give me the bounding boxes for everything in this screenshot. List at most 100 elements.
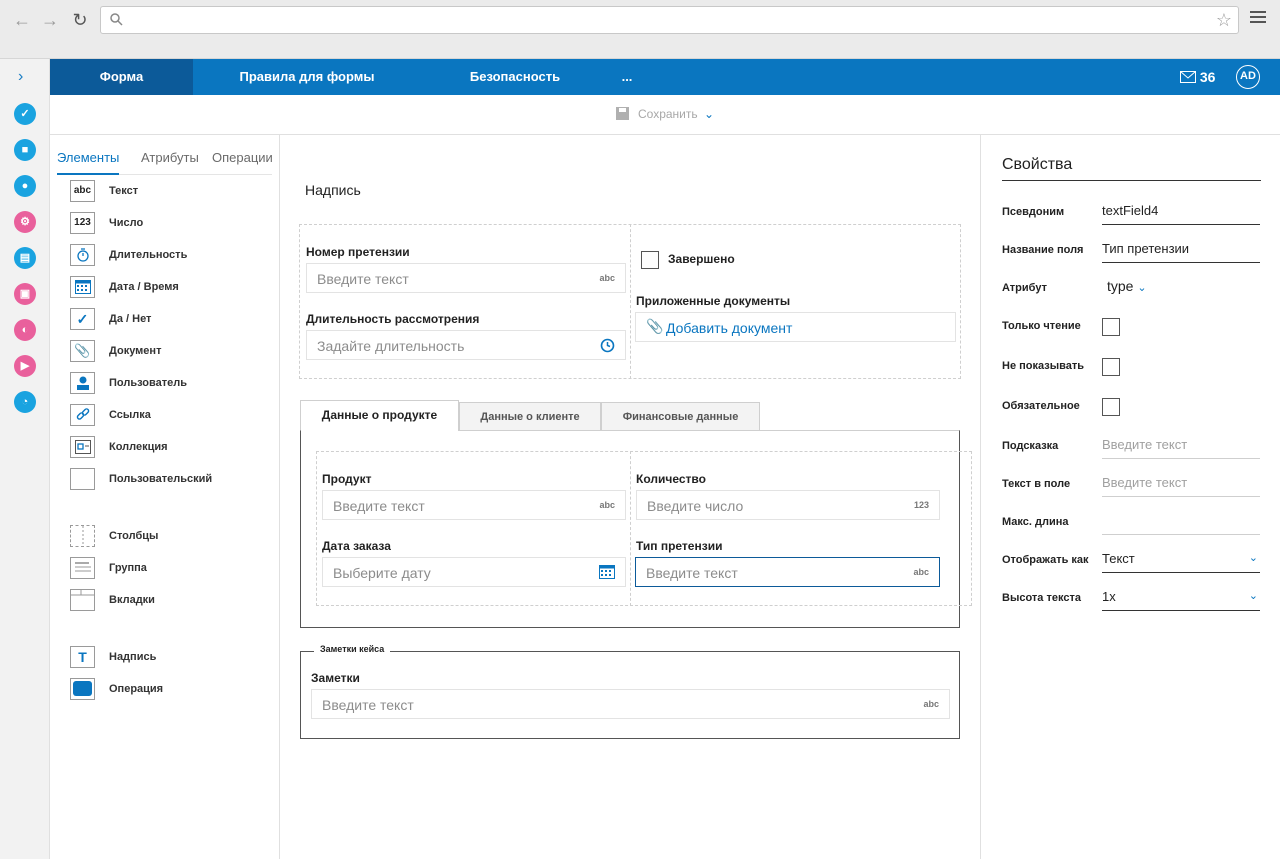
text-height-select[interactable]: 1x ⌄ — [1102, 585, 1260, 611]
process-icon[interactable]: ▶ — [14, 355, 36, 377]
column-divider — [630, 224, 631, 379]
notes-field[interactable]: Введите текст abc — [311, 689, 950, 719]
tab-client-data[interactable]: Данные о клиенте — [459, 402, 601, 431]
field-name-label: Название поля — [1002, 244, 1084, 256]
checkmark-icon: ✓ — [70, 308, 95, 330]
hidden-label: Не показывать — [1002, 360, 1084, 372]
display-as-label: Отображать как — [1002, 554, 1089, 566]
bookmark-star-icon[interactable]: ☆ — [1216, 10, 1232, 30]
element-text[interactable]: abc Текст — [70, 180, 270, 204]
order-date-field[interactable]: Выберите дату — [322, 557, 626, 587]
alias-input[interactable]: textField4 — [1102, 199, 1260, 225]
hint-input[interactable]: Введите текст — [1102, 433, 1260, 459]
mail-counter[interactable]: 36 — [1180, 59, 1215, 95]
tab-attributes[interactable]: Атрибуты — [141, 150, 199, 175]
claim-number-label: Номер претензии — [306, 245, 410, 259]
add-document-button[interactable]: 📎 Добавить документ — [635, 312, 956, 342]
required-checkbox[interactable] — [1102, 398, 1120, 416]
readonly-checkbox[interactable] — [1102, 318, 1120, 336]
forward-arrow-icon[interactable]: → — [40, 10, 60, 30]
element-label: Столбцы — [109, 530, 159, 542]
hidden-checkbox[interactable] — [1102, 358, 1120, 376]
element-label: Вкладки — [109, 594, 155, 606]
browser-menu-icon[interactable] — [1250, 11, 1266, 27]
form-toolbar: Сохранить ⌄ — [50, 95, 1280, 135]
attribute-select[interactable]: type ⌄ — [1107, 278, 1147, 294]
reload-icon[interactable]: ↻ — [70, 10, 90, 30]
max-length-input[interactable] — [1102, 509, 1260, 535]
tab-form[interactable]: Форма — [50, 59, 193, 95]
display-as-value: Текст — [1102, 551, 1135, 566]
chevron-down-icon: ⌄ — [703, 107, 715, 121]
display-as-select[interactable]: Текст ⌄ — [1102, 547, 1260, 573]
save-button[interactable]: Сохранить ⌄ — [616, 107, 714, 121]
element-link[interactable]: Ссылка — [70, 404, 270, 428]
order-date-label: Дата заказа — [322, 539, 391, 553]
tasks-check-icon[interactable]: ✓ — [14, 103, 36, 125]
field-placeholder: Задайте длительность — [317, 338, 465, 354]
tab-operations[interactable]: Операции — [212, 150, 273, 175]
claim-number-field[interactable]: Введите текст abc — [306, 263, 626, 293]
quantity-field[interactable]: Введите число 123 — [636, 490, 940, 520]
app-header: Форма Правила для формы Безопасность ...… — [50, 59, 1280, 95]
element-collection[interactable]: Коллекция — [70, 436, 270, 460]
tab-more[interactable]: ... — [609, 59, 645, 95]
completed-checkbox[interactable] — [641, 251, 659, 269]
element-label: Дата / Время — [109, 281, 179, 293]
element-document[interactable]: 📎 Документ — [70, 340, 270, 364]
analytics-icon[interactable]: ◐ — [14, 319, 36, 341]
address-bar[interactable]: ☆ — [100, 6, 1239, 34]
duration-field[interactable]: Задайте длительность — [306, 330, 626, 360]
briefcase-icon[interactable]: ■ — [14, 139, 36, 161]
tab-product-data[interactable]: Данные о продукте — [300, 400, 459, 431]
elements-panel: Элементы Атрибуты Операции abc Текст 123… — [50, 135, 280, 859]
expand-chevron-icon[interactable]: › — [18, 68, 23, 86]
element-tabs[interactable]: Вкладки — [70, 589, 270, 613]
element-label: Документ — [109, 345, 162, 357]
element-number[interactable]: 123 Число — [70, 212, 270, 236]
back-arrow-icon[interactable]: ← — [12, 10, 32, 30]
document-icon[interactable]: ▤ — [14, 247, 36, 269]
text-height-value: 1x — [1102, 589, 1116, 604]
field-name-input[interactable]: Тип претензии — [1102, 237, 1260, 263]
claim-type-field[interactable]: Введите текст abc — [635, 557, 940, 587]
element-yesno[interactable]: ✓ Да / Нет — [70, 308, 270, 332]
app-rail: › ✓ ■ ● ⚙ ▤ ▣ ◐ ▶ ◔ — [0, 59, 50, 859]
field-placeholder: Выберите дату — [333, 565, 431, 581]
user-icon[interactable]: ● — [14, 175, 36, 197]
element-label: Да / Нет — [109, 313, 152, 325]
element-caption[interactable]: T Надпись — [70, 646, 270, 670]
field-placeholder: Введите текст — [333, 498, 425, 514]
tab-form-rules[interactable]: Правила для формы — [193, 59, 421, 95]
hint-label: Подсказка — [1002, 440, 1059, 452]
tab-financial-data[interactable]: Финансовые данные — [601, 402, 760, 431]
element-group[interactable]: Группа — [70, 557, 270, 581]
settings-gear-icon[interactable]: ⚙ — [14, 211, 36, 233]
product-field[interactable]: Введите текст abc — [322, 490, 626, 520]
browser-toolbar: ← → ↻ ☆ — [0, 0, 1280, 59]
clock-icon — [600, 338, 615, 353]
tab-elements[interactable]: Элементы — [57, 150, 120, 175]
form-caption[interactable]: Надпись — [305, 182, 361, 198]
text-type-icon: abc — [599, 273, 615, 283]
element-datetime[interactable]: Дата / Время — [70, 276, 270, 300]
attribute-label: Атрибут — [1002, 282, 1047, 294]
field-placeholder: Введите число — [647, 498, 744, 514]
element-operation[interactable]: Операция — [70, 678, 270, 702]
report-pie-icon[interactable]: ◔ — [14, 391, 36, 413]
element-columns[interactable]: Столбцы — [70, 525, 270, 549]
workflow-icon[interactable]: ▣ — [14, 283, 36, 305]
field-text-label: Текст в поле — [1002, 478, 1071, 490]
element-user[interactable]: Пользователь — [70, 372, 270, 396]
text-type-icon: abc — [923, 699, 939, 709]
field-text-input[interactable]: Введите текст — [1102, 471, 1260, 497]
mail-icon — [1180, 71, 1196, 83]
element-duration[interactable]: Длительность — [70, 244, 270, 268]
avatar[interactable]: AD — [1236, 65, 1260, 89]
tab-security[interactable]: Безопасность — [421, 59, 609, 95]
search-icon — [110, 13, 123, 26]
calendar-icon — [599, 565, 615, 579]
element-label: Группа — [109, 562, 147, 574]
element-label: Текст — [109, 185, 139, 197]
element-custom[interactable]: Пользовательский — [70, 468, 270, 492]
